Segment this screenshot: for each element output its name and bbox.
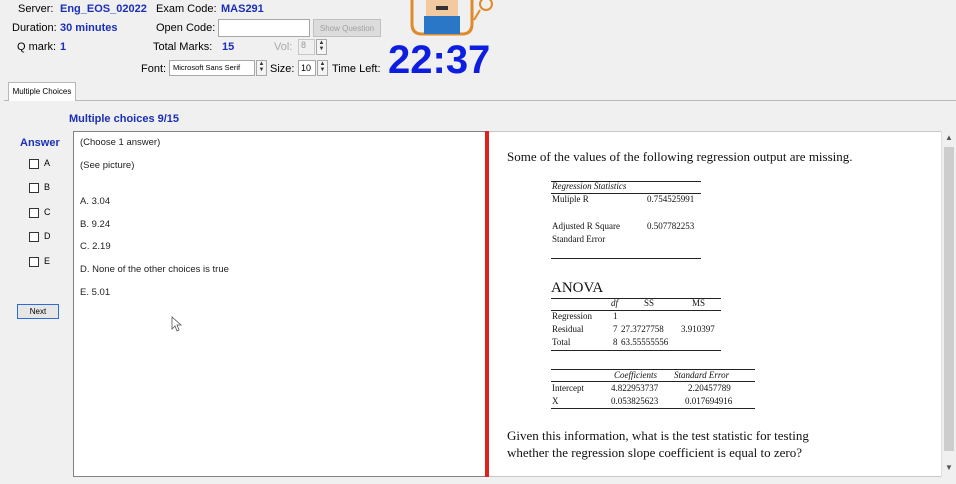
question-closing-line-1: Given this information, what is the test… — [507, 428, 809, 443]
size-input[interactable]: 10 — [298, 60, 316, 76]
question-picture-panel: Some of the values of the following regr… — [489, 131, 942, 477]
answer-option-e[interactable]: E — [29, 256, 50, 268]
question-intro: Some of the values of the following regr… — [507, 149, 853, 164]
coef-row-label: Intercept — [552, 383, 584, 393]
choice-b: B. 9.24 — [80, 219, 111, 230]
choice-a: A. 3.04 — [80, 196, 111, 207]
instruction-text: (Choose 1 answer) — [80, 137, 161, 148]
avatar-illustration — [404, 0, 500, 36]
tab-multiple-choices[interactable]: Multiple Choices — [8, 82, 76, 101]
anova-header-ss: SS — [644, 298, 655, 308]
qmark-value: 1 — [60, 41, 67, 53]
checkbox-e[interactable] — [29, 256, 39, 267]
checkbox-c[interactable] — [29, 207, 39, 218]
anova-row-df: 1 — [613, 311, 618, 321]
show-question-button[interactable]: Show Question — [313, 19, 381, 37]
coef-row-std-error: 0.017694916 — [685, 396, 733, 406]
coef-header-std-error: Standard Error — [674, 370, 730, 380]
anova-row-ss: 63.55555556 — [621, 337, 669, 347]
next-button[interactable]: Next — [17, 304, 59, 319]
size-spinner[interactable]: ▲ ▼ — [317, 60, 328, 76]
choice-c: C. 2.19 — [80, 241, 111, 252]
anova-row-df: 8 — [613, 337, 618, 347]
answer-option-a[interactable]: A — [29, 158, 50, 170]
mouse-cursor-icon — [171, 316, 183, 332]
choices-panel: (Choose 1 answer) (See picture) A. 3.04 … — [73, 131, 486, 477]
coef-row-std-error: 2.20457789 — [688, 383, 731, 393]
answer-option-b[interactable]: B — [29, 182, 50, 194]
scrollbar-thumb[interactable] — [944, 147, 954, 451]
exam-code-label: Exam Code: — [156, 3, 217, 15]
anova-row-label: Regression — [552, 311, 592, 321]
countdown-timer: 22:37 — [388, 38, 491, 82]
anova-header-ms: MS — [692, 298, 706, 308]
anova-row-ss: 27.3727758 — [621, 324, 664, 334]
see-picture-text: (See picture) — [80, 160, 135, 171]
font-select[interactable]: Microsoft Sans Serif — [169, 60, 255, 76]
server-label: Server: — [18, 3, 54, 15]
anova-row-df: 7 — [613, 324, 618, 334]
choice-d: D. None of the other choices is true — [80, 264, 229, 275]
vol-input[interactable]: 8 — [298, 39, 315, 55]
multiple-r-label: Muliple R — [552, 194, 589, 204]
server-value: Eng_EOS_02022 — [60, 3, 147, 15]
anova-header-df: df — [611, 298, 619, 308]
choice-e: E. 5.01 — [80, 287, 111, 298]
scroll-up-icon[interactable]: ▲ — [942, 133, 956, 142]
vol-label: Vol: — [274, 41, 293, 53]
open-code-input[interactable] — [218, 19, 310, 37]
vertical-scrollbar[interactable]: ▲ ▼ — [941, 131, 956, 477]
adj-r2-label: Adjusted R Square — [552, 221, 620, 231]
vol-spinner[interactable]: ▲ ▼ — [316, 39, 327, 55]
duration-value: 30 minutes — [60, 22, 118, 34]
checkbox-a[interactable] — [29, 158, 39, 169]
answer-option-d[interactable]: D — [29, 231, 51, 243]
std-err-label: Standard Error — [552, 234, 606, 244]
coef-row-coefficient: 4.822953737 — [611, 383, 659, 393]
checkbox-b[interactable] — [29, 182, 39, 193]
total-marks-value: 15 — [222, 41, 235, 53]
coef-row-label: X — [552, 396, 559, 406]
reg-stats-title: Regression Statistics — [552, 181, 627, 191]
checkbox-d[interactable] — [29, 231, 39, 242]
open-code-label: Open Code: — [156, 22, 216, 34]
size-label: Size: — [270, 63, 295, 75]
coef-header-coefficients: Coefficients — [614, 370, 657, 380]
font-label: Font: — [141, 63, 167, 75]
multiple-r-value: 0.754525991 — [647, 194, 695, 204]
anova-title: ANOVA — [551, 280, 604, 296]
total-marks-label: Total Marks: — [153, 41, 213, 53]
scroll-down-icon[interactable]: ▼ — [942, 463, 956, 472]
exam-code-value: MAS291 — [221, 3, 264, 15]
answer-title: Answer — [20, 137, 60, 149]
anova-row-label: Total — [552, 337, 571, 347]
qmark-label: Q mark: — [17, 41, 57, 53]
anova-row-label: Residual — [552, 324, 584, 334]
adj-r2-value: 0.507782253 — [647, 221, 695, 231]
question-closing-line-2: whether the regression slope coefficient… — [507, 445, 803, 460]
answer-option-c[interactable]: C — [29, 207, 51, 219]
font-spinner[interactable]: ▲ ▼ — [256, 60, 267, 76]
coef-row-coefficient: 0.053825623 — [611, 396, 659, 406]
question-progress-header: Multiple choices 9/15 — [69, 113, 180, 125]
anova-row-ms: 3.910397 — [681, 324, 715, 334]
time-left-label: Time Left: — [332, 63, 381, 75]
duration-label: Duration: — [12, 22, 57, 34]
